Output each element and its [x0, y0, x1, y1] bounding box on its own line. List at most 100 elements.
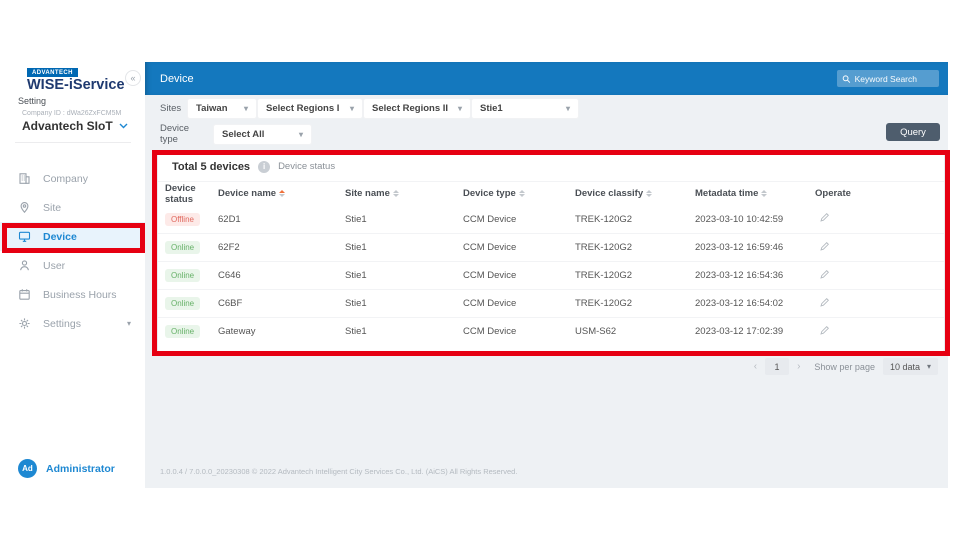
device-name-cell: C646 — [218, 270, 345, 281]
search-icon — [842, 74, 851, 84]
sites-filter-row: Sites Taiwan▾ Select Regions I▾ Select R… — [160, 99, 580, 118]
device-name-cell: C6BF — [218, 298, 345, 309]
avatar: Ad — [18, 459, 37, 478]
region1-select[interactable]: Select Regions I▾ — [258, 99, 362, 118]
query-button[interactable]: Query — [886, 123, 940, 141]
sidebar-item-user[interactable]: User — [0, 251, 145, 280]
site-select[interactable]: Stie1▾ — [472, 99, 578, 118]
device-table-card: Total 5 devices i Device status Device s… — [158, 152, 944, 352]
status-badge: Online — [165, 269, 200, 282]
table-header-bar: Total 5 devices i Device status — [158, 152, 944, 182]
site-name-cell: Stie1 — [345, 270, 463, 281]
sort-icon — [646, 190, 652, 197]
col-device-name[interactable]: Device name — [218, 188, 345, 199]
advantech-logo: ADVANTECH — [27, 68, 78, 77]
metadata-time-cell: 2023-03-12 17:02:39 — [695, 326, 815, 337]
gear-icon — [18, 317, 31, 330]
edit-pencil-icon[interactable] — [819, 212, 830, 223]
page-number-button[interactable]: 1 — [765, 358, 789, 375]
device-classify-cell: TREK-120G2 — [575, 270, 695, 281]
metadata-time-cell: 2023-03-10 10:42:59 — [695, 214, 815, 225]
sidebar-divider — [15, 142, 131, 143]
monitor-icon — [18, 230, 31, 243]
chevron-down-icon: ▾ — [299, 130, 303, 139]
sort-icon — [393, 190, 399, 197]
device-type-cell: CCM Device — [463, 270, 575, 281]
sidebar-item-settings[interactable]: Settings ▾ — [0, 309, 145, 338]
sort-icon — [279, 190, 285, 197]
table-row: Online Gateway Stie1 CCM Device USM-S62 … — [158, 317, 944, 345]
sidebar-collapse-button[interactable]: « — [125, 70, 141, 86]
chevron-down-icon: ▾ — [458, 104, 462, 113]
table-row: Online C646 Stie1 CCM Device TREK-120G2 … — [158, 261, 944, 289]
sidebar-item-label: User — [43, 260, 65, 272]
show-per-page-label: Show per page — [814, 362, 875, 372]
device-status-legend-label: Device status — [278, 161, 335, 172]
device-classify-cell: TREK-120G2 — [575, 242, 695, 253]
page-size-select[interactable]: 10 data▾ — [883, 358, 938, 375]
keyword-search[interactable] — [837, 70, 939, 87]
device-type-cell: CCM Device — [463, 298, 575, 309]
col-metadata-time[interactable]: Metadata time — [695, 188, 815, 199]
chevron-down-icon: ▾ — [127, 319, 131, 328]
device-classify-cell: USM-S62 — [575, 326, 695, 337]
search-input[interactable] — [855, 74, 934, 84]
sidebar-item-label: Device — [43, 231, 77, 243]
edit-pencil-icon[interactable] — [819, 297, 830, 308]
chevron-down-icon: ▾ — [350, 104, 354, 113]
status-badge: Online — [165, 241, 200, 254]
tenant-selector[interactable]: Advantech SIoT — [22, 119, 128, 133]
metadata-time-cell: 2023-03-12 16:59:46 — [695, 242, 815, 253]
topbar: Device — [145, 62, 948, 95]
sidebar-item-site[interactable]: Site — [0, 193, 145, 222]
person-icon — [18, 259, 31, 272]
version-footer: 1.0.0.4 / 7.0.0.0_20230308 © 2022 Advant… — [160, 467, 517, 476]
site-name-cell: Stie1 — [345, 326, 463, 337]
region2-select[interactable]: Select Regions II▾ — [364, 99, 470, 118]
site-country-select[interactable]: Taiwan▾ — [188, 99, 256, 118]
sidebar-item-business-hours[interactable]: Business Hours — [0, 280, 145, 309]
sidebar-item-company[interactable]: Company — [0, 164, 145, 193]
sidebar-nav: Company Site Device User Business Hours … — [0, 164, 145, 338]
calendar-icon — [18, 288, 31, 301]
device-type-select[interactable]: Select All▾ — [214, 125, 311, 144]
status-badge: Online — [165, 325, 200, 338]
edit-pencil-icon[interactable] — [819, 241, 830, 252]
pagination: ‹ 1 › Show per page 10 data▾ — [754, 358, 938, 375]
device-type-cell: CCM Device — [463, 326, 575, 337]
device-classify-cell: TREK-120G2 — [575, 298, 695, 309]
sort-icon — [761, 190, 767, 197]
building-icon — [18, 172, 31, 185]
col-device-status: Device status — [165, 183, 218, 205]
edit-pencil-icon[interactable] — [819, 325, 830, 336]
site-name-cell: Stie1 — [345, 214, 463, 225]
company-id-label: Company ID : dWa26ZxFCM5M — [22, 110, 121, 117]
metadata-time-cell: 2023-03-12 16:54:36 — [695, 270, 815, 281]
site-name-cell: Stie1 — [345, 298, 463, 309]
metadata-time-cell: 2023-03-12 16:54:02 — [695, 298, 815, 309]
site-name-cell: Stie1 — [345, 242, 463, 253]
tenant-name: Advantech SIoT — [22, 119, 113, 133]
edit-pencil-icon[interactable] — [819, 269, 830, 280]
col-site-name[interactable]: Site name — [345, 188, 463, 199]
chevron-down-icon: ▾ — [566, 104, 570, 113]
device-type-label: Device type — [160, 123, 206, 145]
col-device-type[interactable]: Device type — [463, 188, 575, 199]
info-icon[interactable]: i — [258, 161, 270, 173]
current-user[interactable]: Ad Administrator — [18, 459, 115, 478]
table-column-headers: Device status Device name Site name Devi… — [158, 182, 944, 205]
sidebar-item-device[interactable]: Device — [0, 222, 145, 251]
device-type-cell: CCM Device — [463, 214, 575, 225]
sites-label: Sites — [160, 103, 180, 114]
sort-icon — [519, 190, 525, 197]
col-device-classify[interactable]: Device classify — [575, 188, 695, 199]
next-page-icon[interactable]: › — [797, 362, 800, 372]
chevron-down-icon: ▾ — [927, 362, 931, 371]
status-badge: Online — [165, 297, 200, 310]
sidebar: ADVANTECH WISE-iService Setting « Compan… — [0, 62, 145, 488]
sidebar-item-label: Company — [43, 173, 88, 185]
status-badge: Offline — [165, 213, 200, 226]
total-devices-label: Total 5 devices — [172, 161, 250, 173]
device-name-cell: Gateway — [218, 326, 345, 337]
prev-page-icon[interactable]: ‹ — [754, 362, 757, 372]
